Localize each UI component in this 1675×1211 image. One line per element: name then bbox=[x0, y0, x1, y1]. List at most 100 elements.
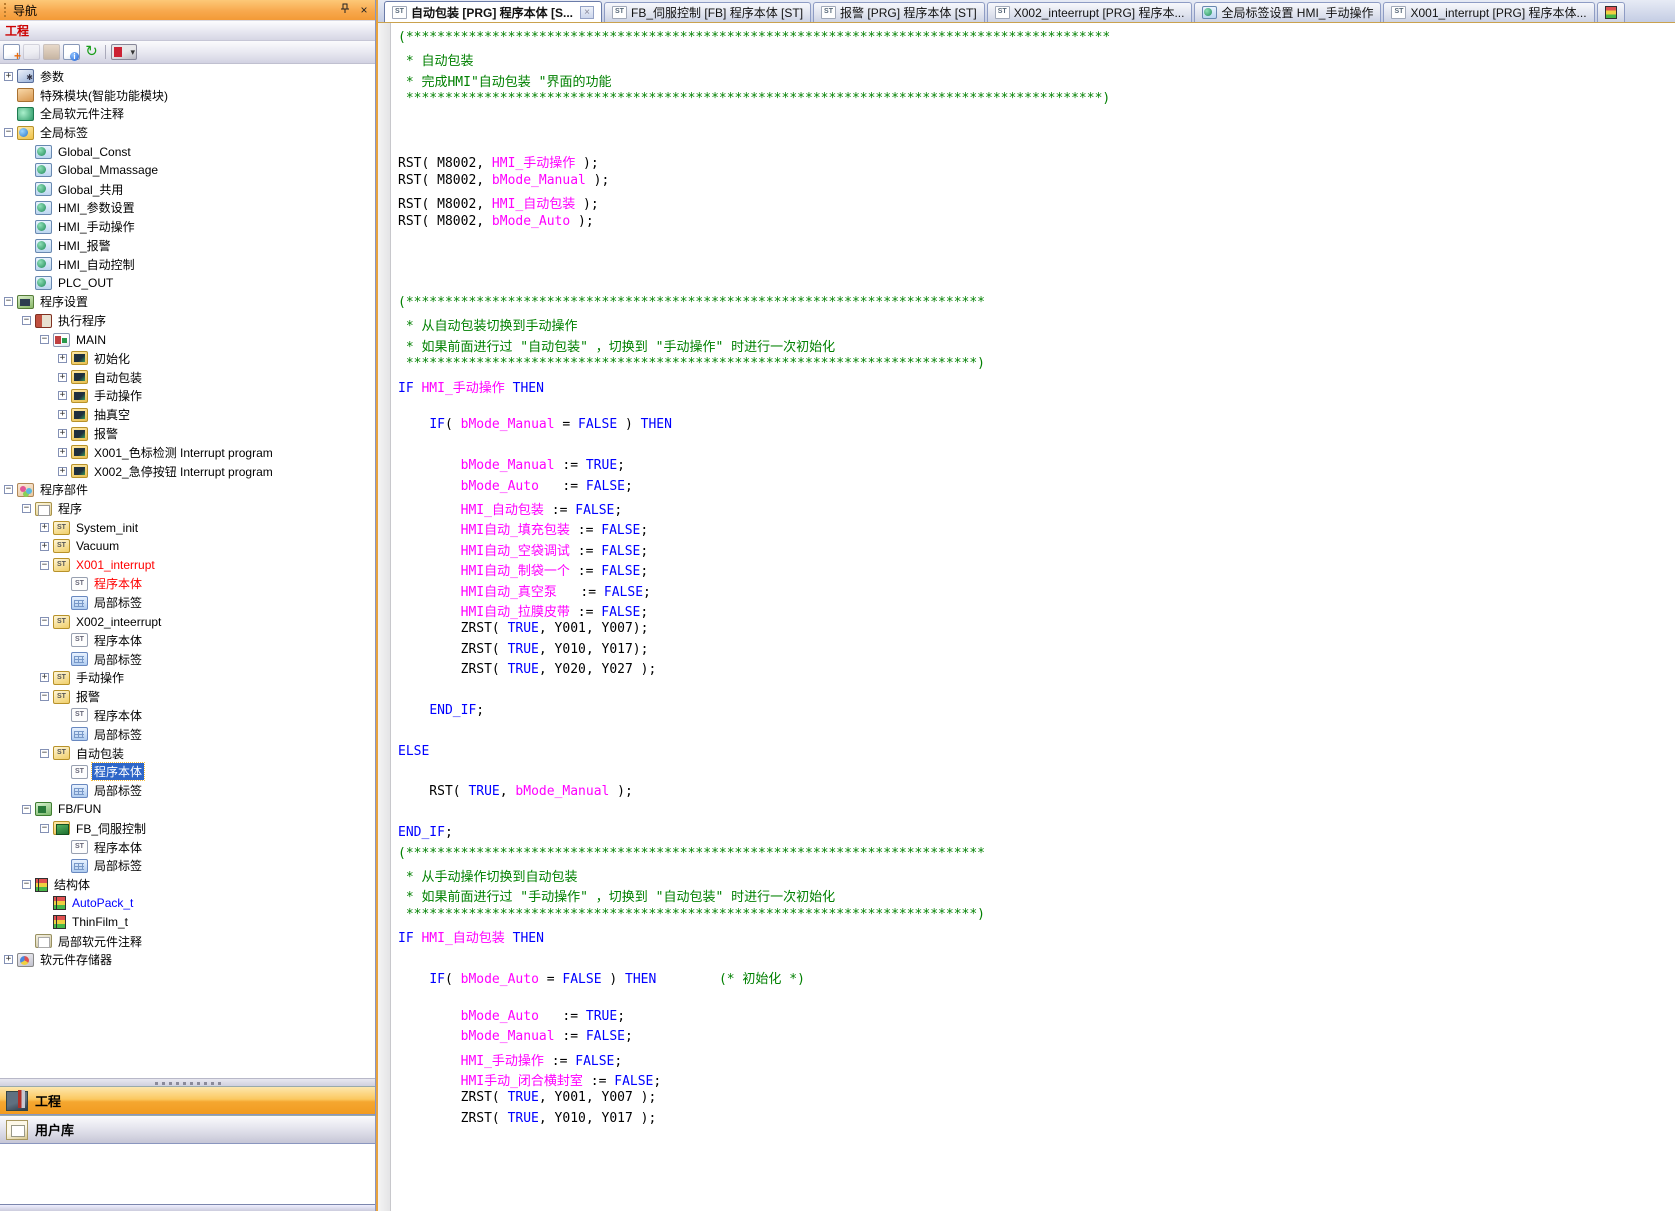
st-code-editor[interactable]: (***************************************… bbox=[391, 23, 1675, 1211]
tree-item[interactable]: HMI_自动控制 bbox=[0, 255, 375, 274]
collapse-icon[interactable]: − bbox=[22, 805, 31, 814]
sort-display-icon[interactable] bbox=[111, 44, 137, 60]
st-file-icon bbox=[1391, 6, 1406, 19]
expand-icon[interactable]: + bbox=[58, 354, 67, 363]
editor-tab[interactable]: FB_伺服控制 [FB] 程序本体 [ST] bbox=[604, 2, 811, 22]
panel-splitter[interactable] bbox=[0, 1078, 375, 1086]
tree-item[interactable]: +参数 bbox=[0, 67, 375, 86]
tree-item[interactable]: +自动包装 bbox=[0, 368, 375, 387]
expand-icon[interactable]: + bbox=[58, 373, 67, 382]
collapse-icon[interactable]: − bbox=[40, 561, 49, 570]
tree-item[interactable]: −MAIN bbox=[0, 330, 375, 349]
tab-close-icon[interactable]: × bbox=[580, 6, 594, 19]
tree-item[interactable]: 局部标签 bbox=[0, 593, 375, 612]
tree-item[interactable]: 特殊模块(智能功能模块) bbox=[0, 86, 375, 105]
tree-item[interactable]: 程序本体 bbox=[0, 706, 375, 725]
tree-item[interactable]: +手动操作 bbox=[0, 669, 375, 688]
code-line: IF( bMode_Auto = FALSE ) THEN (* 初始化 *) bbox=[398, 968, 1675, 988]
tree-item[interactable]: HMI_参数设置 bbox=[0, 199, 375, 218]
collapse-icon[interactable]: − bbox=[40, 617, 49, 626]
collapse-icon[interactable]: − bbox=[4, 485, 13, 494]
collapse-icon[interactable]: − bbox=[40, 824, 49, 833]
data-property-icon[interactable] bbox=[63, 44, 80, 60]
tree-item[interactable]: +软元件存储器 bbox=[0, 950, 375, 969]
tree-item[interactable]: PLC_OUT bbox=[0, 274, 375, 293]
collapse-icon[interactable]: − bbox=[40, 335, 49, 344]
tree-item[interactable]: +初始化 bbox=[0, 349, 375, 368]
tree-item[interactable]: Global_共用 bbox=[0, 180, 375, 199]
collapse-icon[interactable]: − bbox=[40, 692, 49, 701]
editor-tab[interactable]: X002_inteerrupt [PRG] 程序本... bbox=[987, 2, 1193, 22]
tree-item[interactable]: 局部标签 bbox=[0, 650, 375, 669]
editor-tab[interactable]: 自动包装 [PRG] 程序本体 [S...× bbox=[384, 1, 602, 22]
tree-item[interactable]: +System_init bbox=[0, 518, 375, 537]
expand-icon[interactable]: + bbox=[40, 542, 49, 551]
nav-button-project[interactable]: 工程 bbox=[0, 1086, 375, 1115]
tree-item[interactable]: −程序设置 bbox=[0, 293, 375, 312]
expand-icon[interactable]: + bbox=[58, 391, 67, 400]
expand-icon[interactable]: + bbox=[40, 523, 49, 532]
expand-icon[interactable]: + bbox=[40, 673, 49, 682]
tree-item[interactable]: −X001_interrupt bbox=[0, 556, 375, 575]
tree-item[interactable]: −执行程序 bbox=[0, 311, 375, 330]
editor-tab[interactable]: 报警 [PRG] 程序本体 [ST] bbox=[813, 2, 985, 22]
panel-grip[interactable] bbox=[2, 3, 10, 18]
new-data-icon[interactable] bbox=[3, 44, 20, 60]
tree-item[interactable]: +Vacuum bbox=[0, 537, 375, 556]
pou-icon bbox=[71, 427, 88, 441]
tree-item[interactable]: ThinFilm_t bbox=[0, 913, 375, 932]
tree-item[interactable]: −自动包装 bbox=[0, 744, 375, 763]
collapse-icon[interactable]: − bbox=[4, 297, 13, 306]
tree-item[interactable]: 局部标签 bbox=[0, 856, 375, 875]
tree-item[interactable]: 程序本体 bbox=[0, 575, 375, 594]
tree-item[interactable]: 局部软元件注释 bbox=[0, 932, 375, 951]
collapse-icon[interactable]: − bbox=[22, 880, 31, 889]
expand-icon[interactable]: + bbox=[4, 955, 13, 964]
collapse-icon[interactable]: − bbox=[40, 749, 49, 758]
tree-item[interactable]: 局部标签 bbox=[0, 781, 375, 800]
tree-item[interactable]: −全局标签 bbox=[0, 123, 375, 142]
tree-item[interactable]: +X001_色标检测 Interrupt program bbox=[0, 443, 375, 462]
tree-item[interactable]: 局部标签 bbox=[0, 725, 375, 744]
tree-item-label: Global_Mmassage bbox=[56, 163, 160, 177]
close-icon[interactable]: × bbox=[356, 3, 372, 18]
tree-item[interactable]: −结构体 bbox=[0, 875, 375, 894]
expand-icon[interactable]: + bbox=[58, 448, 67, 457]
code-line: RST( M8002, HMI_自动包装 ); bbox=[398, 193, 1675, 213]
editor-tab[interactable]: 全局标签设置 HMI_手动操作 bbox=[1194, 2, 1381, 22]
expand-icon[interactable]: + bbox=[58, 467, 67, 476]
tree-item[interactable]: 程序本体 bbox=[0, 631, 375, 650]
expand-icon[interactable]: + bbox=[58, 410, 67, 419]
tree-item[interactable]: −FB_伺服控制 bbox=[0, 819, 375, 838]
tree-item[interactable]: HMI_手动操作 bbox=[0, 217, 375, 236]
tree-item[interactable]: +手动操作 bbox=[0, 387, 375, 406]
nav-button-user-library[interactable]: 用户库 bbox=[0, 1115, 375, 1144]
expand-icon[interactable]: + bbox=[4, 72, 13, 81]
tree-item[interactable]: 程序本体 bbox=[0, 838, 375, 857]
pin-icon[interactable] bbox=[337, 3, 353, 18]
tree-item[interactable]: Global_Mmassage bbox=[0, 161, 375, 180]
collapse-icon[interactable]: − bbox=[22, 504, 31, 513]
tree-item[interactable]: −X002_inteerrupt bbox=[0, 612, 375, 631]
tree-item[interactable]: 程序本体 bbox=[0, 762, 375, 781]
paste-icon[interactable] bbox=[43, 44, 60, 60]
editor-tab[interactable] bbox=[1597, 2, 1625, 22]
nav-collapsed-bar[interactable] bbox=[0, 1204, 375, 1211]
tree-item[interactable]: +X002_急停按钮 Interrupt program bbox=[0, 462, 375, 481]
refresh-icon[interactable]: ↻ bbox=[83, 44, 100, 60]
tree-item[interactable]: +报警 bbox=[0, 424, 375, 443]
copy-icon[interactable] bbox=[23, 44, 40, 60]
tree-item[interactable]: Global_Const bbox=[0, 142, 375, 161]
editor-tab[interactable]: X001_interrupt [PRG] 程序本体... bbox=[1383, 2, 1594, 22]
tree-item[interactable]: +抽真空 bbox=[0, 405, 375, 424]
tree-item[interactable]: AutoPack_t bbox=[0, 894, 375, 913]
tree-item[interactable]: 全局软元件注释 bbox=[0, 105, 375, 124]
expand-icon[interactable]: + bbox=[58, 429, 67, 438]
tree-item[interactable]: −程序部件 bbox=[0, 481, 375, 500]
tree-item[interactable]: HMI_报警 bbox=[0, 236, 375, 255]
collapse-icon[interactable]: − bbox=[4, 128, 13, 137]
collapse-icon[interactable]: − bbox=[22, 316, 31, 325]
tree-item[interactable]: −报警 bbox=[0, 687, 375, 706]
tree-item[interactable]: −程序 bbox=[0, 499, 375, 518]
tree-item[interactable]: −FB/FUN bbox=[0, 800, 375, 819]
